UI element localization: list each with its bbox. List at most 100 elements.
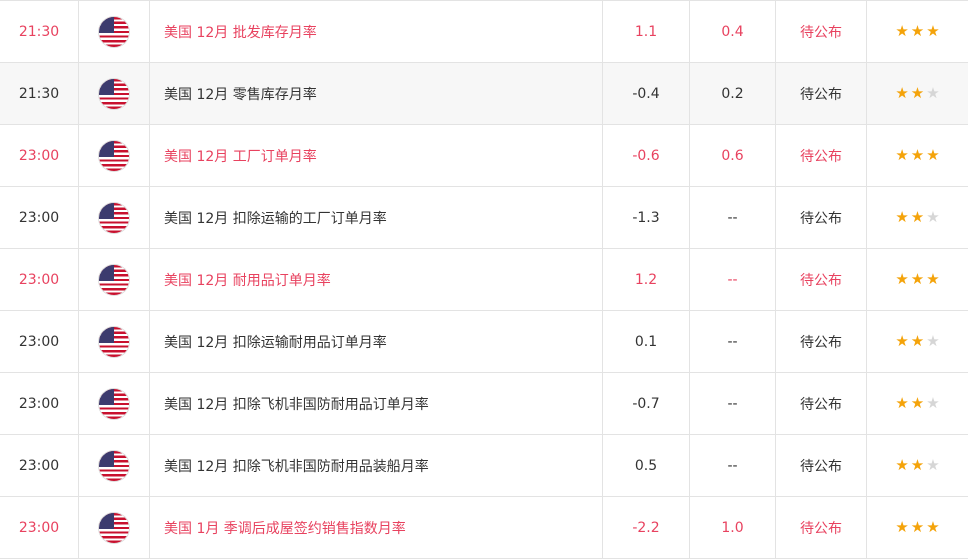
calendar-row[interactable]: 21:30 美国 12月 零售库存月率 -0.4 0.2 待公布 ★ ★ ★: [0, 63, 968, 125]
star-icon: ★: [926, 332, 940, 350]
previous-value: -0.6: [603, 125, 690, 186]
forecast-value: --: [690, 435, 776, 496]
star-icon: ★: [926, 518, 940, 536]
star-icon: ★: [926, 270, 940, 288]
star-icon: ★: [910, 456, 925, 474]
importance-stars: ★ ★ ★: [895, 24, 939, 39]
star-icon: ★: [926, 394, 940, 412]
forecast-value: 1.0: [690, 497, 776, 558]
importance-stars: ★ ★ ★: [895, 86, 939, 101]
calendar-row[interactable]: 23:00 美国 12月 扣除运输的工厂订单月率 -1.3 -- 待公布 ★ ★ ★: [0, 187, 968, 249]
importance-stars: ★ ★ ★: [895, 334, 939, 349]
star-icon: ★: [926, 22, 940, 40]
previous-value: -2.2: [603, 497, 690, 558]
star-icon: ★: [895, 518, 909, 536]
us-flag-icon: [99, 388, 129, 419]
star-icon: ★: [910, 518, 925, 536]
importance-stars: ★ ★ ★: [895, 396, 939, 411]
star-icon: ★: [910, 332, 925, 350]
star-icon: ★: [895, 394, 909, 412]
us-flag-icon: [99, 16, 129, 47]
actual-value: 待公布: [776, 435, 867, 496]
star-icon: ★: [910, 146, 925, 164]
calendar-row[interactable]: 23:00 美国 12月 耐用品订单月率 1.2 -- 待公布 ★ ★ ★: [0, 249, 968, 311]
actual-value: 待公布: [776, 187, 867, 248]
importance-stars: ★ ★ ★: [895, 520, 939, 535]
forecast-value: 0.6: [690, 125, 776, 186]
actual-value: 待公布: [776, 249, 867, 310]
forecast-value: 0.2: [690, 63, 776, 124]
us-flag-icon: [99, 264, 129, 295]
actual-value: 待公布: [776, 125, 867, 186]
star-icon: ★: [910, 84, 925, 102]
previous-value: -0.7: [603, 373, 690, 434]
us-flag-icon: [99, 450, 129, 481]
actual-value: 待公布: [776, 311, 867, 372]
star-icon: ★: [895, 270, 909, 288]
star-icon: ★: [895, 456, 909, 474]
event-name[interactable]: 美国 1月 季调后成屋签约销售指数月率: [150, 497, 603, 558]
time-cell: 23:00: [0, 125, 79, 186]
time-cell: 21:30: [0, 1, 79, 62]
us-flag-icon: [99, 512, 129, 543]
time-cell: 21:30: [0, 63, 79, 124]
star-icon: ★: [910, 22, 925, 40]
actual-value: 待公布: [776, 1, 867, 62]
star-icon: ★: [926, 84, 940, 102]
event-name[interactable]: 美国 12月 扣除运输的工厂订单月率: [150, 187, 603, 248]
calendar-row[interactable]: 23:00 美国 12月 扣除飞机非国防耐用品订单月率 -0.7 -- 待公布 …: [0, 373, 968, 435]
forecast-value: --: [690, 249, 776, 310]
actual-value: 待公布: [776, 63, 867, 124]
star-icon: ★: [926, 146, 940, 164]
us-flag-icon: [99, 78, 129, 109]
event-name[interactable]: 美国 12月 扣除运输耐用品订单月率: [150, 311, 603, 372]
economic-calendar-table: 21:30 美国 12月 批发库存月率 1.1 0.4 待公布 ★ ★ ★ 21:3…: [0, 0, 968, 559]
star-icon: ★: [926, 456, 940, 474]
forecast-value: --: [690, 187, 776, 248]
star-icon: ★: [895, 208, 909, 226]
time-cell: 23:00: [0, 187, 79, 248]
star-icon: ★: [895, 22, 909, 40]
time-cell: 23:00: [0, 373, 79, 434]
actual-value: 待公布: [776, 373, 867, 434]
calendar-row[interactable]: 23:00 美国 1月 季调后成屋签约销售指数月率 -2.2 1.0 待公布 ★…: [0, 497, 968, 559]
event-name[interactable]: 美国 12月 耐用品订单月率: [150, 249, 603, 310]
event-name[interactable]: 美国 12月 工厂订单月率: [150, 125, 603, 186]
calendar-row[interactable]: 23:00 美国 12月 工厂订单月率 -0.6 0.6 待公布 ★ ★ ★: [0, 125, 968, 187]
time-cell: 23:00: [0, 497, 79, 558]
forecast-value: --: [690, 373, 776, 434]
star-icon: ★: [926, 208, 940, 226]
us-flag-icon: [99, 326, 129, 357]
forecast-value: --: [690, 311, 776, 372]
actual-value: 待公布: [776, 497, 867, 558]
time-cell: 23:00: [0, 435, 79, 496]
previous-value: 1.2: [603, 249, 690, 310]
event-name[interactable]: 美国 12月 扣除飞机非国防耐用品装船月率: [150, 435, 603, 496]
calendar-row[interactable]: 23:00 美国 12月 扣除运输耐用品订单月率 0.1 -- 待公布 ★ ★ ★: [0, 311, 968, 373]
star-icon: ★: [910, 270, 925, 288]
importance-stars: ★ ★ ★: [895, 148, 939, 163]
time-cell: 23:00: [0, 249, 79, 310]
star-icon: ★: [895, 146, 909, 164]
calendar-row[interactable]: 23:00 美国 12月 扣除飞机非国防耐用品装船月率 0.5 -- 待公布 ★…: [0, 435, 968, 497]
previous-value: -1.3: [603, 187, 690, 248]
event-name[interactable]: 美国 12月 批发库存月率: [150, 1, 603, 62]
star-icon: ★: [910, 208, 925, 226]
previous-value: 1.1: [603, 1, 690, 62]
importance-stars: ★ ★ ★: [895, 458, 939, 473]
previous-value: -0.4: [603, 63, 690, 124]
star-icon: ★: [895, 84, 909, 102]
previous-value: 0.5: [603, 435, 690, 496]
us-flag-icon: [99, 202, 129, 233]
previous-value: 0.1: [603, 311, 690, 372]
event-name[interactable]: 美国 12月 零售库存月率: [150, 63, 603, 124]
importance-stars: ★ ★ ★: [895, 272, 939, 287]
star-icon: ★: [895, 332, 909, 350]
event-name[interactable]: 美国 12月 扣除飞机非国防耐用品订单月率: [150, 373, 603, 434]
us-flag-icon: [99, 140, 129, 171]
time-cell: 23:00: [0, 311, 79, 372]
star-icon: ★: [910, 394, 925, 412]
calendar-row[interactable]: 21:30 美国 12月 批发库存月率 1.1 0.4 待公布 ★ ★ ★: [0, 1, 968, 63]
importance-stars: ★ ★ ★: [895, 210, 939, 225]
forecast-value: 0.4: [690, 1, 776, 62]
